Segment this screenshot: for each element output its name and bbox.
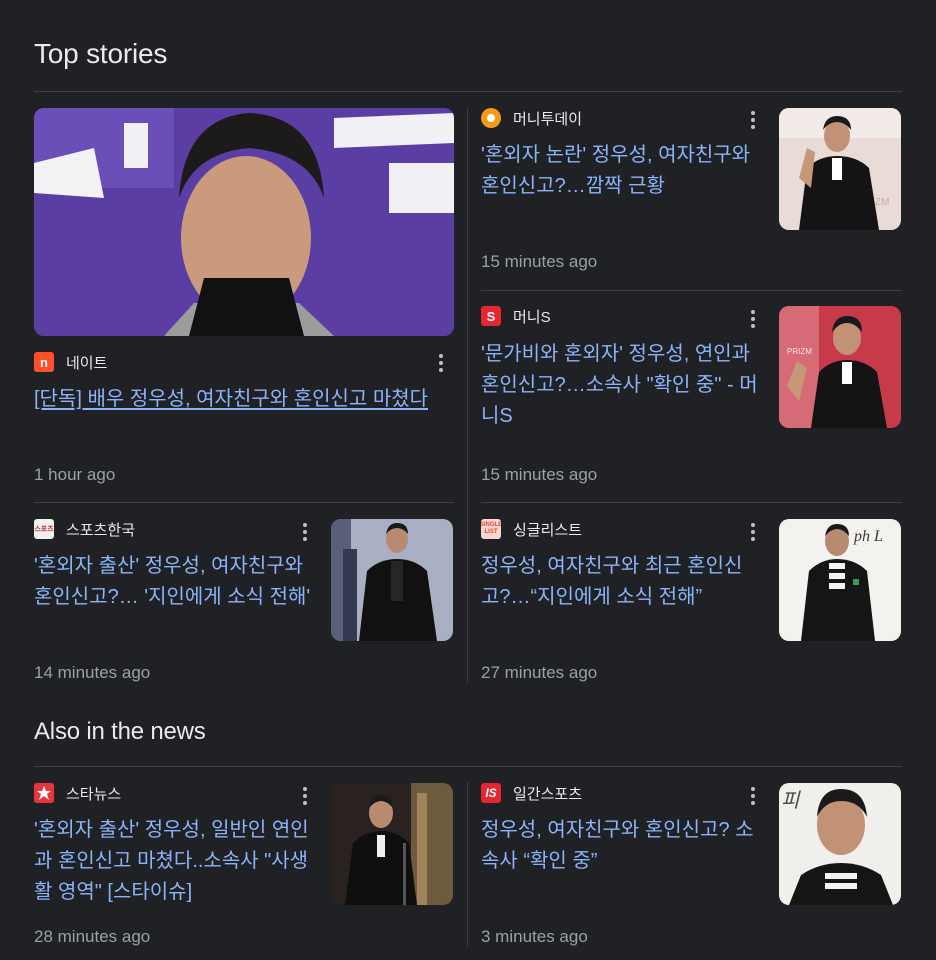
portrait-photo: 피 [779,783,901,905]
more-options-icon[interactable] [743,520,763,544]
story-thumbnail[interactable] [331,783,453,905]
source-name: 싱글리스트 [513,521,583,539]
also-in-the-news-title: Also in the news [34,718,206,745]
story-time: 27 minutes ago [481,663,598,682]
source-row: S 머니S [481,305,551,327]
story-headline[interactable]: 정우성, 여자친구와 최근 혼인신고?…“지인에게 소식 전해” [481,551,766,613]
more-options-icon[interactable] [431,351,451,375]
divider [34,766,902,767]
story-time: 1 hour ago [34,465,116,484]
more-options-icon[interactable] [743,307,763,331]
source-row: SINGLE LIST 싱글리스트 [481,518,582,540]
story-headline[interactable]: [단독] 배우 정우성, 여자친구와 혼인신고 마쳤다 [34,384,454,415]
divider [481,502,902,503]
story-headline[interactable]: '혼외자 출산' 정우성, 일반인 연인과 혼인신고 마쳤다..소속사 "사생활… [34,815,319,908]
nate-logo-icon: n [34,352,54,372]
source-name: 스타뉴스 [66,785,122,803]
starnews-logo-icon [34,783,54,803]
divider [34,502,454,503]
moneytoday-logo-icon [481,108,501,128]
divider [34,91,902,92]
source-name: 스포츠한국 [66,521,136,539]
portrait-photo: ph L [779,519,901,641]
brand-sign-text: 피 [781,790,801,812]
prizm-text: PRIZM [787,347,812,356]
story-headline[interactable]: 정우성, 여자친구와 혼인신고? 소속사 “확인 중” [481,815,766,877]
source-row: 스포츠 스포츠한국 [34,518,135,540]
story-thumbnail[interactable]: ZM [779,108,901,230]
story-time: 3 minutes ago [481,927,588,946]
portrait-photo [331,519,453,641]
singlelist-logo-icon: SINGLE LIST [481,519,501,539]
sportshankook-logo-icon: 스포츠 [34,519,54,539]
source-name: 머니S [513,308,551,326]
column-divider [467,782,468,947]
source-row: 머니투데이 [481,107,582,129]
more-options-icon[interactable] [295,784,315,808]
portrait-photo: PRIZM [779,306,901,428]
story-thumbnail[interactable] [331,519,453,641]
portrait-photo [331,783,453,905]
column-divider [467,108,468,683]
source-row: n 네이트 [34,351,107,373]
source-row: 스타뉴스 [34,782,121,804]
divider [481,290,902,291]
source-name: 일간스포츠 [513,785,583,803]
story-thumbnail[interactable]: ph L [779,519,901,641]
story-time: 15 minutes ago [481,252,598,271]
story-headline[interactable]: '문가비와 혼외자' 정우성, 연인과 혼인신고?…소속사 "확인 중" - 머… [481,339,771,432]
source-name: 머니투데이 [513,110,583,128]
story-headline[interactable]: '혼외자 논란' 정우성, 여자친구와 혼인신고?…깜짝 근황 [481,140,766,202]
more-options-icon[interactable] [295,520,315,544]
story-time: 14 minutes ago [34,663,151,682]
brand-sign-text: ph L [853,528,883,545]
moneys-logo-icon: S [481,306,501,326]
story-time: 15 minutes ago [481,465,598,484]
ilgansports-logo-icon: IS [481,783,501,803]
story-time: 28 minutes ago [34,927,151,946]
portrait-photo [34,108,454,336]
story-thumbnail[interactable]: 피 [779,783,901,905]
top-stories-title: Top stories [34,38,168,69]
story-thumbnail[interactable]: PRIZM [779,306,901,428]
zm-text: ZM [875,197,889,208]
more-options-icon[interactable] [743,784,763,808]
portrait-photo: ZM [779,108,901,230]
more-options-icon[interactable] [743,108,763,132]
source-row: IS 일간스포츠 [481,782,582,804]
story-thumbnail[interactable] [34,108,454,336]
story-headline[interactable]: '혼외자 출산' 정우성, 여자친구와 혼인신고?… '지인에게 소식 전해' [34,551,319,613]
source-name: 네이트 [66,354,108,372]
